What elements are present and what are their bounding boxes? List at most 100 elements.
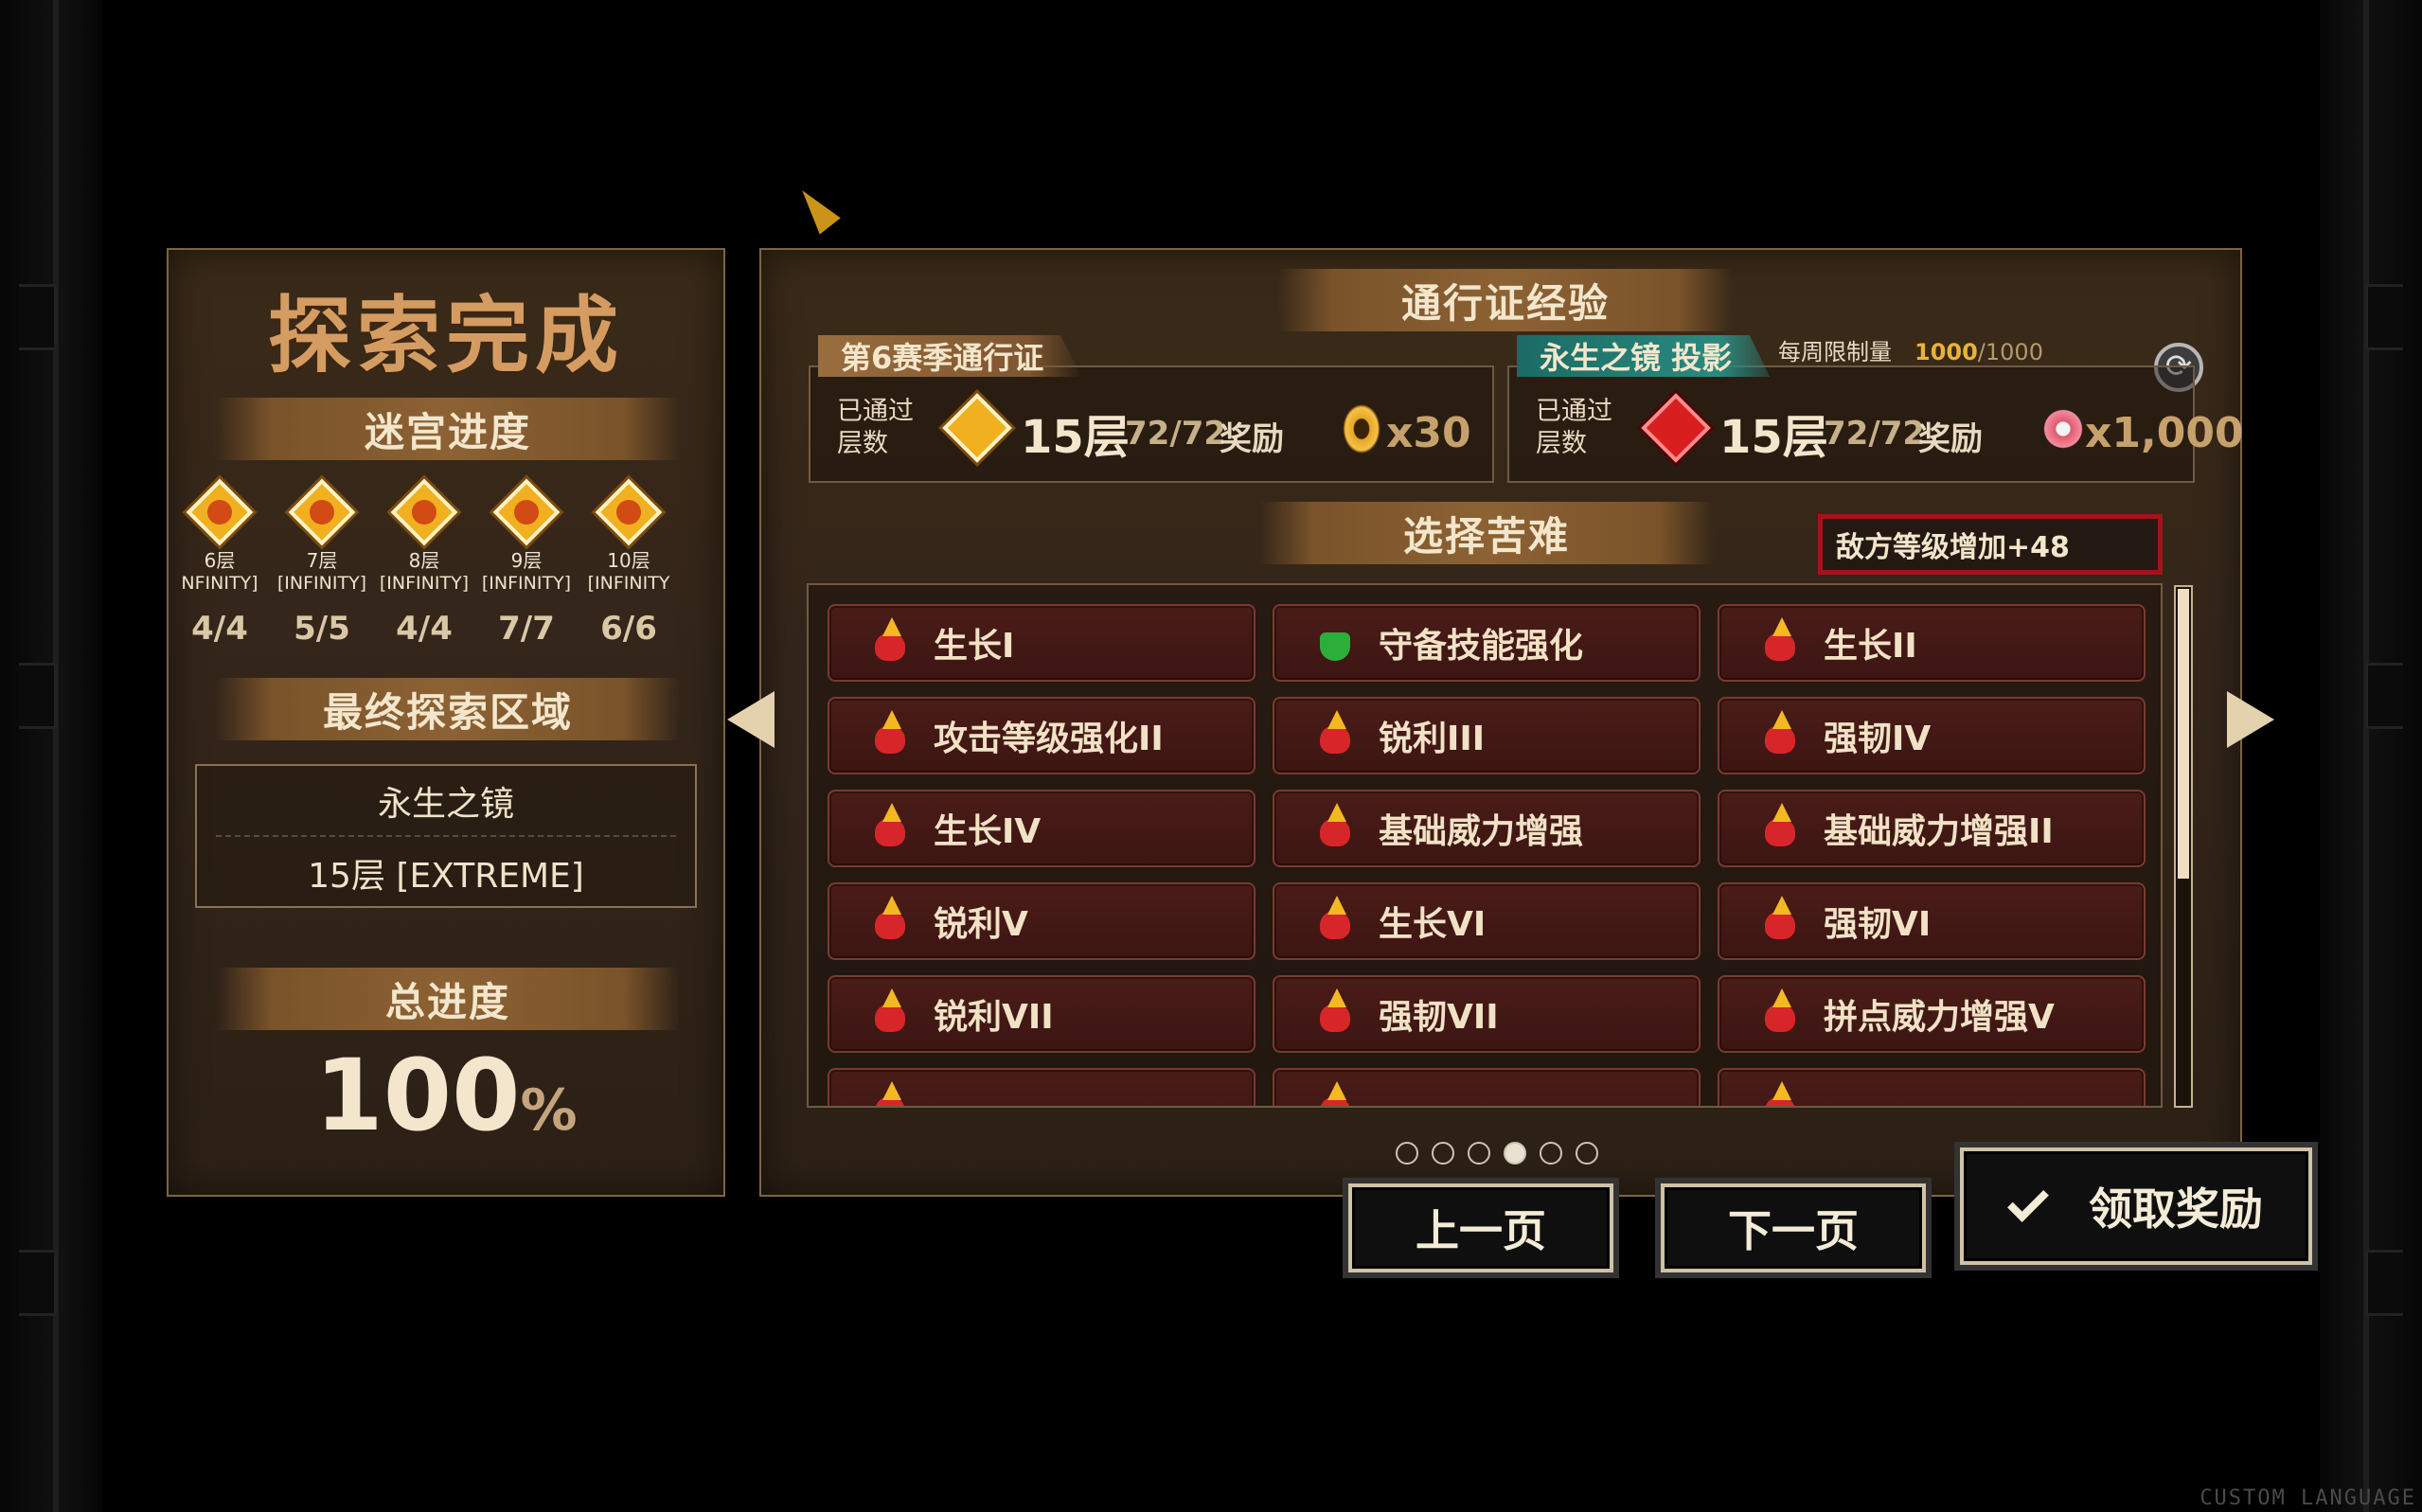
hardship-label: 锐利VII: [934, 998, 1054, 1037]
growth-icon: [1759, 617, 1803, 665]
cleared-label-line1: 已通过: [1536, 397, 1612, 426]
next-page-label: 下一页: [1728, 1205, 1859, 1256]
hardship-card[interactable]: 拼点威力增强V: [1718, 975, 2146, 1053]
tough-icon: [1314, 988, 1358, 1036]
next-page-button[interactable]: 下一页: [1661, 1183, 1926, 1272]
hardship-card[interactable]: 锐利VII: [828, 975, 1256, 1053]
growth-icon: [1314, 896, 1358, 943]
watermark: CUSTOM LANGUAGE: [2199, 1486, 2416, 1510]
hardship-card[interactable]: 生长I: [828, 604, 1256, 682]
floor-mode: [INFINITY]: [481, 573, 572, 594]
hardship-label: 生长I: [934, 627, 1015, 666]
weekly-limit: 每周限制量 1000/1000: [1778, 333, 2043, 366]
hardship-label: 锐利III: [1379, 720, 1486, 758]
total-progress-label: 总进度: [384, 978, 510, 1025]
hardship-card[interactable]: 基础威力增强II: [1718, 790, 2146, 867]
total-progress-header: 总进度: [216, 968, 680, 1030]
page-dot[interactable]: [1504, 1142, 1526, 1165]
floor-count: 4/4: [396, 610, 453, 648]
hardship-card[interactable]: 锐利III: [1273, 697, 1701, 774]
hardship-header: 选择苦难: [1259, 502, 1714, 564]
page-dot[interactable]: [1576, 1142, 1598, 1165]
hardship-card-partial[interactable]: [1273, 1068, 1701, 1106]
total-progress-number: 100: [314, 1038, 521, 1153]
hardship-label: 生长VI: [1379, 905, 1487, 944]
maze-progress-header: 迷宫进度: [216, 398, 680, 460]
floor-diamond-icon: [595, 478, 663, 546]
reward-amount: x30: [1386, 409, 1471, 457]
enemy-level-bonus: 敌方等级增加+48: [1818, 514, 2163, 575]
hardship-label: 拼点威力增强V: [1824, 998, 2055, 1037]
page-dot[interactable]: [1396, 1142, 1418, 1165]
floor-progress-item: 10层 [INFINITY 6/6: [578, 477, 680, 648]
checkmark-icon: [2007, 1181, 2049, 1222]
red-diamond-icon: [1641, 393, 1711, 463]
hardship-label: 锐利V: [934, 905, 1028, 944]
hardship-card[interactable]: 生长II: [1718, 604, 2146, 682]
sharp-icon: [1314, 710, 1358, 757]
cleared-ratio: 72/72: [1125, 415, 1227, 453]
left-frame-decoration: [0, 0, 102, 1512]
hardship-card[interactable]: 强韧VI: [1718, 882, 2146, 960]
floor-progress-item: 6层 NFINITY] 4/4: [169, 477, 271, 648]
floor-mode: [INFINITY]: [276, 573, 367, 594]
hardship-card[interactable]: 锐利V: [828, 882, 1256, 960]
gold-coin-icon: [1341, 401, 1382, 456]
hardship-list[interactable]: 生长I 守备技能强化 生长II 攻击等级强化II 锐利III 强韧IV 生长IV…: [807, 583, 2163, 1108]
reward-label: 奖励: [1918, 420, 1983, 458]
final-area-box: 永生之镜 15层 [EXTREME]: [195, 764, 697, 908]
power-icon: [1759, 803, 1803, 850]
floor-number: 8层: [408, 549, 440, 572]
flower-icon: [2039, 405, 2087, 453]
cleared-label-line2: 层数: [1536, 429, 1587, 458]
growth-icon: [869, 803, 913, 850]
floor-count: 6/6: [600, 610, 657, 648]
prev-arrow-icon[interactable]: [727, 691, 775, 748]
final-area-label: 最终探索区域: [322, 688, 573, 736]
scrollbar-thumb[interactable]: [2178, 589, 2189, 879]
hardship-label: 强韧VII: [1379, 998, 1499, 1037]
cleared-label-line2: 层数: [837, 429, 888, 458]
cleared-ratio: 72/72: [1824, 415, 1926, 453]
pass-exp-header: 通行证经验: [1278, 269, 1733, 331]
tough-icon: [1759, 710, 1803, 757]
hardship-card[interactable]: 生长IV: [828, 790, 1256, 867]
tough-icon: [1759, 896, 1803, 943]
hardship-card[interactable]: 生长VI: [1273, 882, 1701, 960]
floor-number: 10层: [607, 549, 650, 572]
cleared-layers-label: 已通过 层数: [1536, 396, 1612, 460]
weekly-limit-current: 1000: [1914, 339, 1978, 365]
gold-diamond-icon: [942, 393, 1012, 463]
season-pass-tag: 第6赛季通行证: [818, 335, 1082, 377]
claim-reward-button[interactable]: 领取奖励: [1960, 1147, 2312, 1265]
hardship-card[interactable]: 强韧VII: [1273, 975, 1701, 1053]
hardship-card-partial[interactable]: [828, 1068, 1256, 1106]
hardship-card[interactable]: 基础威力增强: [1273, 790, 1701, 867]
weekly-limit-label: 每周限制量: [1778, 339, 1892, 365]
floor-diamond-icon: [390, 478, 458, 546]
hardship-card-partial[interactable]: [1718, 1068, 2146, 1106]
page-dot[interactable]: [1540, 1142, 1562, 1165]
hardship-label: 基础威力增强II: [1824, 812, 2054, 851]
next-arrow-icon[interactable]: [2227, 691, 2274, 748]
right-frame-decoration: [2320, 0, 2422, 1512]
floor-count: 4/4: [191, 610, 248, 648]
hardship-card[interactable]: 攻击等级强化II: [828, 697, 1256, 774]
cleared-layer: 15层: [1021, 411, 1130, 464]
hardship-label: 攻击等级强化II: [934, 720, 1164, 758]
floor-count: 7/7: [498, 610, 555, 648]
growth-icon: [869, 617, 913, 665]
attack-icon: [869, 710, 913, 757]
floor-progress-item: 9层 [INFINITY] 7/7: [475, 477, 578, 648]
cleared-label-line1: 已通过: [837, 397, 914, 426]
hardship-card[interactable]: 强韧IV: [1718, 697, 2146, 774]
hardship-card[interactable]: 守备技能强化: [1273, 604, 1701, 682]
partial-icon: [1314, 1081, 1358, 1106]
page-dot[interactable]: [1468, 1142, 1490, 1165]
final-area-name: 永生之镜: [216, 766, 676, 837]
hardship-scrollbar[interactable]: [2174, 585, 2193, 1108]
shield-icon: [1314, 621, 1358, 665]
final-area-header: 最终探索区域: [216, 678, 680, 740]
page-dot[interactable]: [1432, 1142, 1454, 1165]
prev-page-button[interactable]: 上一页: [1348, 1183, 1613, 1272]
